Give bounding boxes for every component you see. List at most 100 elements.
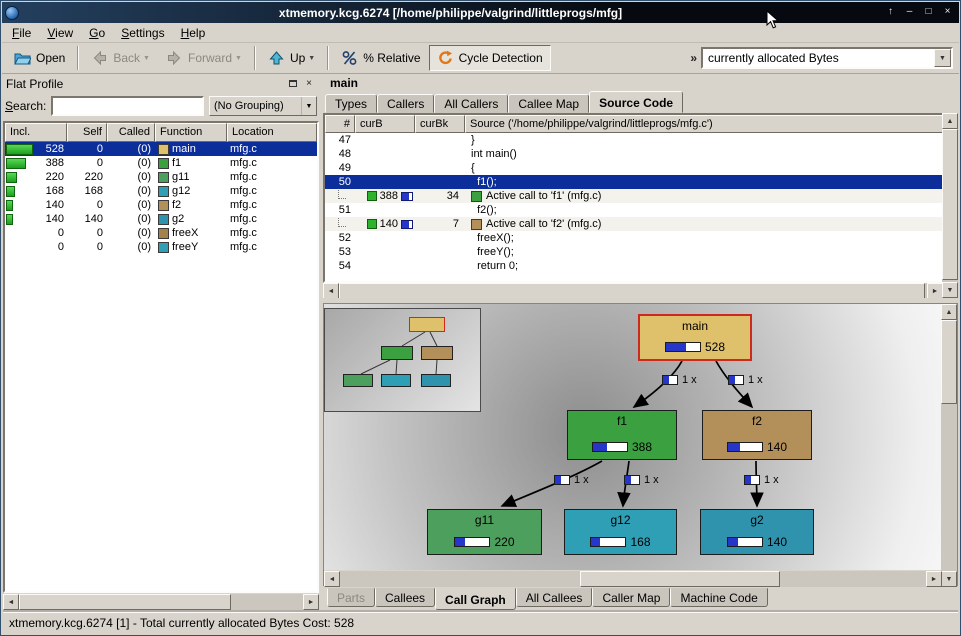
edge-label-f1-g12[interactable]: 1 x	[624, 474, 659, 486]
back-button[interactable]: Back ▼	[83, 45, 158, 71]
graph-node-g11[interactable]: g11 220	[427, 509, 542, 555]
column-header-location[interactable]: Location	[227, 123, 317, 142]
graph-node-g12[interactable]: g12 168	[564, 509, 677, 555]
table-row-g12[interactable]: 168 168 (0) g12 mfg.c	[5, 184, 317, 198]
minimize-button[interactable]: –	[901, 5, 918, 20]
scrollbar-thumb[interactable]	[339, 283, 925, 299]
source-hscrollbar[interactable]: ◄ ►	[323, 283, 943, 299]
dock-close-button[interactable]: ×	[302, 77, 316, 90]
graph-node-main[interactable]: main 528	[638, 314, 752, 361]
relative-toggle-button[interactable]: % Relative	[333, 45, 428, 71]
scroll-left-button[interactable]: ◄	[324, 571, 340, 587]
column-header-line[interactable]: #	[325, 115, 355, 133]
titlebar[interactable]: xtmemory.kcg.6274 [/home/philippe/valgri…	[2, 2, 959, 23]
edge-label-main-f2[interactable]: 1 x	[728, 374, 763, 386]
column-header-incl[interactable]: Incl.	[5, 123, 67, 142]
table-row-g2[interactable]: 140 140 (0) g2 mfg.c	[5, 212, 317, 226]
tab-all-callers[interactable]: All Callers	[434, 94, 508, 113]
dock-titlebar[interactable]: Flat Profile ×	[3, 75, 319, 92]
menu-help[interactable]: Help	[173, 24, 214, 42]
scroll-down-button[interactable]: ▼	[941, 571, 957, 587]
scroll-right-button[interactable]: ►	[303, 594, 319, 610]
tab-callees[interactable]: Callees	[375, 588, 435, 607]
up-button[interactable]: Up ▼	[260, 45, 323, 71]
tab-caller-map[interactable]: Caller Map	[592, 588, 670, 607]
menu-view[interactable]: View	[39, 24, 81, 42]
open-button[interactable]: Open	[6, 45, 73, 71]
column-header-function[interactable]: Function	[155, 123, 227, 142]
table-row-f1[interactable]: 388 0 (0) f1 mfg.c	[5, 156, 317, 170]
scroll-right-button[interactable]: ►	[927, 283, 943, 299]
source-line[interactable]: 54 return 0;	[325, 259, 956, 273]
combobox-arrow-icon[interactable]: ▼	[934, 49, 951, 67]
toolbar-overflow-button[interactable]: »	[686, 51, 701, 65]
scrollbar-track[interactable]	[941, 320, 957, 571]
source-line[interactable]: 49{	[325, 161, 956, 175]
scrollbar-thumb[interactable]	[942, 129, 958, 280]
tab-callers[interactable]: Callers	[377, 94, 434, 113]
scrollbar-track[interactable]	[19, 594, 303, 610]
event-type-combobox[interactable]: currently allocated Bytes ▼	[701, 47, 953, 69]
source-line[interactable]: 48int main()	[325, 147, 956, 161]
scroll-left-button[interactable]: ◄	[3, 594, 19, 610]
dock-float-button[interactable]	[286, 77, 300, 90]
table-row-main[interactable]: 528 0 (0) main mfg.c	[5, 142, 317, 156]
scroll-up-button[interactable]: ▲	[942, 113, 958, 129]
scrollbar-track[interactable]	[942, 129, 958, 282]
tab-callee-map[interactable]: Callee Map	[508, 94, 589, 113]
graph-node-f2[interactable]: f2 140	[702, 410, 812, 460]
scrollbar-thumb[interactable]	[580, 571, 780, 587]
tab-call-graph[interactable]: Call Graph	[435, 588, 516, 610]
scroll-down-button[interactable]: ▼	[942, 282, 958, 298]
menu-file[interactable]: File	[4, 24, 39, 42]
column-header-curbk[interactable]: curBk	[415, 115, 465, 133]
scrollbar-thumb[interactable]	[19, 594, 231, 610]
column-header-called[interactable]: Called	[107, 123, 155, 142]
graph-overview-map[interactable]	[324, 308, 481, 412]
table-row-g11[interactable]: 220 220 (0) g11 mfg.c	[5, 170, 317, 184]
edge-label-f1-g11[interactable]: 1 x	[554, 474, 589, 486]
source-line-selected[interactable]: 50 f1();	[325, 175, 956, 189]
tab-source-code[interactable]: Source Code	[589, 91, 683, 113]
table-row-freeY[interactable]: 0 0 (0) freeY mfg.c	[5, 240, 317, 254]
scroll-right-button[interactable]: ►	[926, 571, 942, 587]
scroll-left-button[interactable]: ◄	[323, 283, 339, 299]
source-line[interactable]: 53 freeY();	[325, 245, 956, 259]
edge-label-f2-g2[interactable]: 1 x	[744, 474, 779, 486]
scrollbar-track[interactable]	[339, 283, 927, 299]
source-line[interactable]: 47}	[325, 133, 956, 147]
graph-vscrollbar[interactable]: ▲ ▼	[941, 304, 957, 587]
source-line[interactable]: 51 f2();	[325, 203, 956, 217]
forward-button[interactable]: Forward ▼	[158, 45, 250, 71]
tab-parts[interactable]: Parts	[327, 588, 375, 607]
menu-settings[interactable]: Settings	[113, 24, 172, 42]
tab-machine-code[interactable]: Machine Code	[670, 588, 767, 607]
flat-profile-hscrollbar[interactable]: ◄ ►	[3, 594, 319, 610]
column-header-curb[interactable]: curB	[355, 115, 415, 133]
source-call-line-f2[interactable]: 140 7 Active call to 'f2' (mfg.c)	[325, 217, 956, 231]
cycle-detection-toggle-button[interactable]: Cycle Detection	[429, 45, 551, 71]
scroll-up-button[interactable]: ▲	[941, 304, 957, 320]
tab-types[interactable]: Types	[325, 94, 377, 113]
edge-label-main-f1[interactable]: 1 x	[662, 374, 697, 386]
source-call-line-f1[interactable]: 388 34 Active call to 'f1' (mfg.c)	[325, 189, 956, 203]
column-header-source[interactable]: Source ('/home/philippe/valgrind/littlep…	[465, 115, 956, 133]
source-line[interactable]: 52 freeX();	[325, 231, 956, 245]
menu-go[interactable]: Go	[81, 24, 113, 42]
shade-button[interactable]: ↑	[882, 5, 899, 20]
scrollbar-track[interactable]	[340, 571, 926, 587]
maximize-button[interactable]: □	[920, 5, 937, 20]
grouping-combobox[interactable]: (No Grouping) ▼	[209, 96, 317, 116]
graph-node-g2[interactable]: g2 140	[700, 509, 814, 555]
table-row-freeX[interactable]: 0 0 (0) freeX mfg.c	[5, 226, 317, 240]
table-row-f2[interactable]: 140 0 (0) f2 mfg.c	[5, 198, 317, 212]
source-vscrollbar[interactable]: ▲ ▼	[942, 113, 958, 298]
search-input[interactable]	[51, 96, 204, 116]
column-header-self[interactable]: Self	[67, 123, 107, 142]
close-button[interactable]: ×	[939, 5, 956, 20]
graph-node-f1[interactable]: f1 388	[567, 410, 677, 460]
tab-all-callees[interactable]: All Callees	[516, 588, 593, 607]
graph-hscrollbar[interactable]: ◄ ►	[324, 571, 942, 587]
call-graph-canvas[interactable]: main 528 f1 388 f2 140 g11 220 g12 168	[324, 304, 942, 570]
scrollbar-thumb[interactable]	[941, 320, 957, 404]
